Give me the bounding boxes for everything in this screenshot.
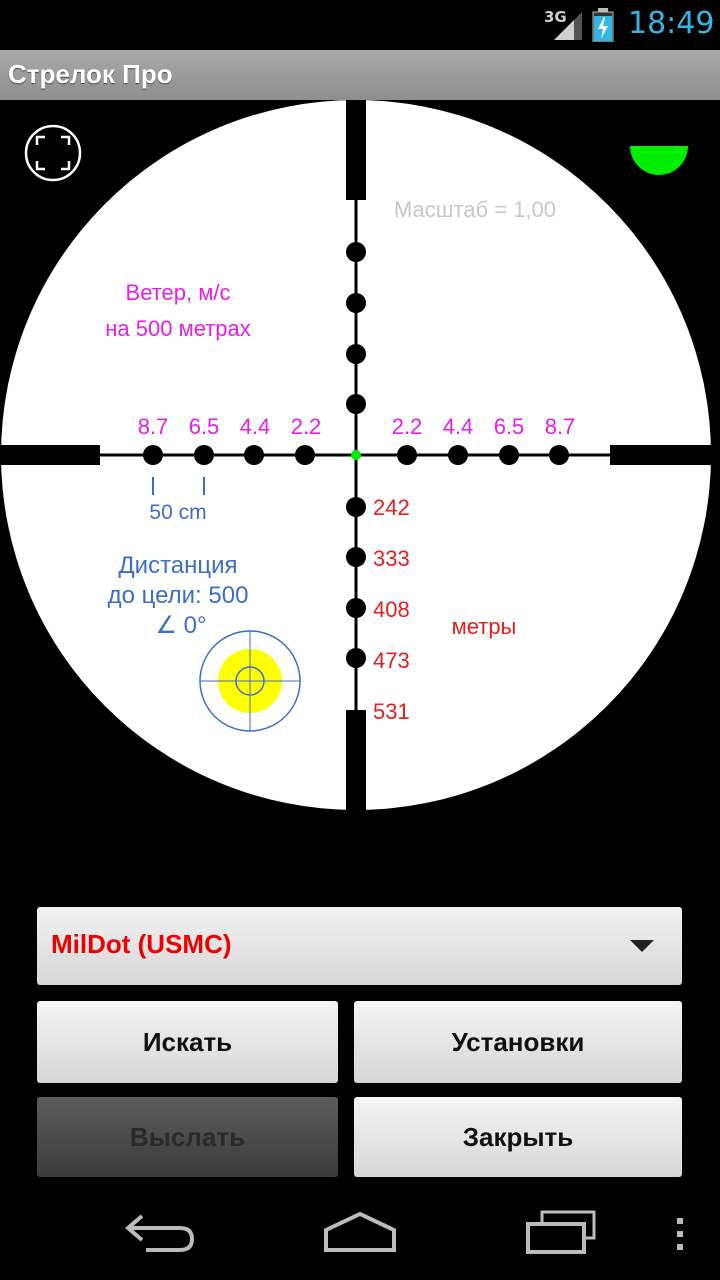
search-button[interactable]: Искать	[37, 1001, 338, 1083]
mil-dot	[295, 445, 315, 465]
range-value: 333	[373, 546, 410, 571]
post-bottom	[346, 710, 366, 820]
reticle-view[interactable]: Масштаб = 1,00 Ветер, м/с на 500 метрах …	[0, 100, 720, 820]
mil-dot	[346, 394, 366, 414]
send-button[interactable]: Выслать	[37, 1097, 338, 1177]
wind-value: 4.4	[443, 414, 474, 439]
range-value: 531	[373, 699, 410, 724]
range-value: 242	[373, 495, 410, 520]
wind-value: 2.2	[291, 414, 322, 439]
post-right	[610, 445, 720, 465]
post-left	[0, 445, 100, 465]
meters-label: метры	[452, 614, 517, 639]
clock: 18:49	[628, 6, 715, 41]
menu-icon[interactable]	[674, 1216, 686, 1252]
action-bar: Стрелок Про	[0, 50, 720, 100]
battery-icon	[592, 8, 614, 42]
back-icon[interactable]	[122, 1210, 198, 1254]
mil-dot	[549, 445, 569, 465]
post-top	[346, 100, 366, 200]
aim-center-point	[351, 450, 361, 460]
app-title: Стрелок Про	[8, 59, 173, 89]
reticle-select[interactable]: MilDot (USMC)	[37, 907, 682, 985]
mil-dot	[346, 293, 366, 313]
range-value: 473	[373, 648, 410, 673]
reticle-select-value: MilDot (USMC)	[51, 929, 232, 959]
distance-value: до цели: 500	[108, 582, 249, 609]
wind-value: 8.7	[138, 414, 169, 439]
mil-dot	[346, 598, 366, 618]
settings-button[interactable]: Установки	[354, 1001, 682, 1083]
close-button-label: Закрыть	[462, 1121, 574, 1152]
home-icon[interactable]	[320, 1208, 400, 1256]
mil-dot	[448, 445, 468, 465]
close-button[interactable]: Закрыть	[354, 1097, 682, 1177]
range-value: 408	[373, 597, 410, 622]
mil-dot	[346, 344, 366, 364]
navigation-bar	[0, 1180, 720, 1280]
target-icon[interactable]	[199, 630, 301, 732]
size-label: 50 cm	[149, 501, 206, 524]
status-bar: 3G 18:49	[0, 0, 720, 50]
level-indicator-icon	[630, 146, 688, 175]
wind-value: 4.4	[240, 414, 271, 439]
mil-dot	[346, 648, 366, 668]
mil-dot	[346, 547, 366, 567]
wind-value: 8.7	[545, 414, 576, 439]
search-button-label: Искать	[142, 1026, 233, 1057]
mil-dot	[143, 445, 163, 465]
mil-dot	[194, 445, 214, 465]
dropdown-arrow-icon	[630, 940, 654, 952]
signal-icon	[554, 12, 582, 40]
wind-distance-label: на 500 метрах	[105, 316, 251, 341]
fullscreen-icon[interactable]	[24, 124, 82, 182]
mil-dot	[346, 497, 366, 517]
mil-dot	[346, 242, 366, 262]
wind-value: 2.2	[392, 414, 423, 439]
wind-value: 6.5	[494, 414, 525, 439]
mil-dot	[244, 445, 264, 465]
wind-label: Ветер, м/с	[126, 280, 231, 305]
mil-dot	[397, 445, 417, 465]
recent-apps-icon[interactable]	[524, 1208, 598, 1256]
mil-dot	[499, 445, 519, 465]
settings-button-label: Установки	[451, 1026, 585, 1057]
angle-label: ∠ 0°	[155, 612, 206, 639]
wind-value: 6.5	[189, 414, 220, 439]
send-button-label: Выслать	[129, 1121, 246, 1152]
distance-label: Дистанция	[118, 552, 237, 579]
scale-label: Масштаб = 1,00	[394, 197, 556, 222]
